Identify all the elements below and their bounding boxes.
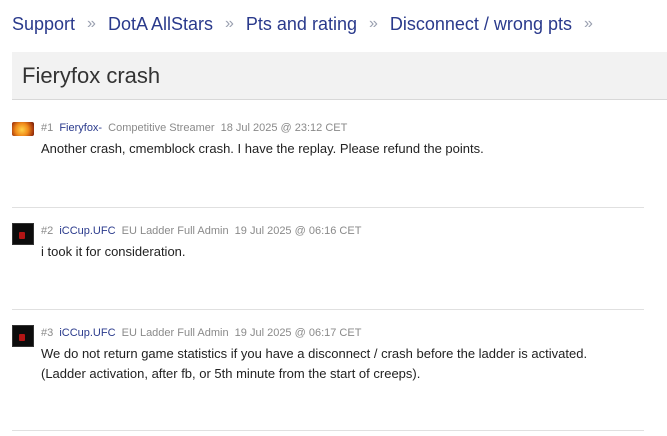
post-author[interactable]: iCCup.UFC [59, 327, 115, 339]
dark-admin-avatar-icon[interactable] [12, 325, 34, 347]
post-author-rank: EU Ladder Full Admin [121, 225, 229, 237]
fire-avatar-icon[interactable] [12, 122, 34, 136]
post-divider [12, 430, 644, 431]
forum-post: #1 Fieryfox- Competitive Streamer 18 Jul… [12, 120, 644, 180]
post-divider [12, 207, 644, 208]
post-text-line: We do not return game statistics if you … [41, 346, 588, 361]
breadcrumb-separator: » [87, 15, 96, 32]
post-author[interactable]: iCCup.UFC [59, 225, 115, 237]
post-text-line: Another crash, cmemblock crash. I have t… [41, 141, 484, 156]
post-date: 19 Jul 2025 @ 06:16 CET [234, 225, 362, 237]
forum-post: #3 iCCup.UFC EU Ladder Full Admin 19 Jul… [12, 325, 644, 405]
post-body: i took it for consideration. [41, 242, 651, 262]
post-date: 19 Jul 2025 @ 06:17 CET [234, 327, 362, 339]
post-number[interactable]: #3 [41, 327, 53, 339]
post-body: We do not return game statistics if you … [41, 344, 651, 384]
breadcrumb-pts-and-rating[interactable]: Pts and rating [246, 14, 357, 35]
post-author-rank: Competitive Streamer [108, 122, 215, 134]
breadcrumb: Support » DotA AllStars » Pts and rating… [12, 12, 605, 36]
thread-title: Fieryfox crash [22, 63, 161, 88]
breadcrumb-separator: » [368, 15, 378, 32]
breadcrumb-separator: » [583, 15, 593, 32]
post-text-line: i took it for consideration. [41, 244, 186, 259]
dark-admin-avatar-icon[interactable] [12, 223, 34, 245]
forum-post: #2 iCCup.UFC EU Ladder Full Admin 19 Jul… [12, 223, 644, 283]
post-text-line: (Ladder activation, after fb, or 5th min… [41, 366, 421, 381]
breadcrumb-disconnect-wrong-pts[interactable]: Disconnect / wrong pts [390, 14, 572, 35]
breadcrumb-dota-allstars[interactable]: DotA AllStars [108, 14, 213, 35]
post-body: Another crash, cmemblock crash. I have t… [41, 139, 651, 159]
post-author[interactable]: Fieryfox- [59, 122, 102, 134]
post-meta: #2 iCCup.UFC EU Ladder Full Admin 19 Jul… [41, 225, 361, 237]
breadcrumb-support[interactable]: Support [12, 14, 75, 35]
post-meta: #3 iCCup.UFC EU Ladder Full Admin 19 Jul… [41, 327, 361, 339]
post-meta: #1 Fieryfox- Competitive Streamer 18 Jul… [41, 122, 347, 134]
post-number[interactable]: #1 [41, 122, 53, 134]
thread-title-bar: Fieryfox crash [12, 52, 667, 100]
breadcrumb-separator: » [225, 15, 234, 32]
post-number[interactable]: #2 [41, 225, 53, 237]
post-author-rank: EU Ladder Full Admin [121, 327, 229, 339]
post-date: 18 Jul 2025 @ 23:12 CET [220, 122, 348, 134]
post-divider [12, 309, 644, 310]
